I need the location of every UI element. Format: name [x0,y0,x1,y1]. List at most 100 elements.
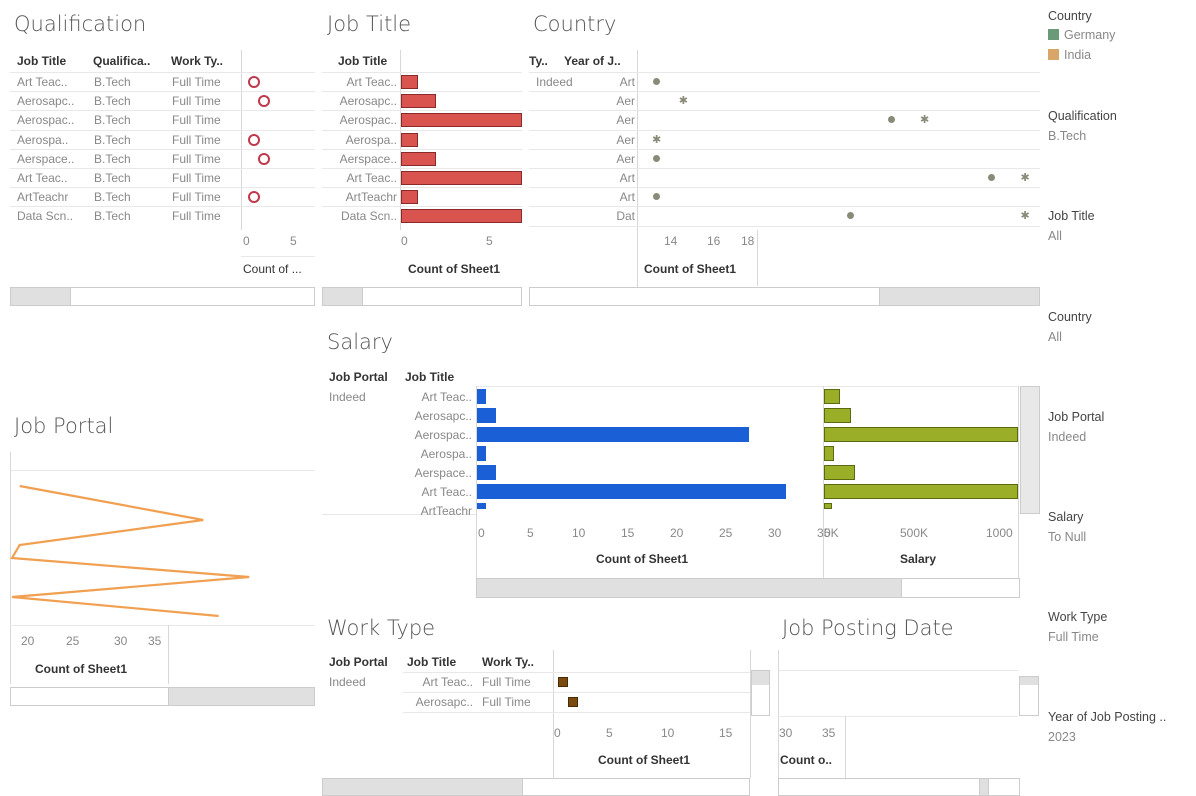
jobtitle-row-line [322,148,522,150]
jobtitle-bar[interactable] [401,94,436,109]
jobtitle-bar[interactable] [401,209,522,224]
country-mark-germany[interactable] [653,193,660,201]
worktype-mark[interactable] [558,677,568,687]
qual-scroll-thumb[interactable] [11,288,71,305]
worktype-header-portal[interactable]: Job Portal [329,655,388,669]
qual-cell-qualification: B.Tech [94,171,131,185]
filter-job-title-value[interactable]: All [1048,229,1062,243]
jobtitle-row-line [322,91,522,93]
filter-qualification-label: Qualification [1048,109,1117,123]
salary-value-bar[interactable] [824,484,1018,499]
legend-item-india[interactable]: India [1048,48,1091,62]
jobtitle-row-label: Data Scn.. [340,209,397,224]
worktype-vscroll[interactable] [751,670,770,716]
salary-value-bar[interactable] [824,503,832,509]
country-mark-germany[interactable] [887,116,895,124]
country-mark-india[interactable]: ✱ [1021,211,1030,222]
jobposting-scroll-thumb[interactable] [979,779,989,795]
qual-header-job-title[interactable]: Job Title [17,54,66,68]
country-header-year[interactable]: Year of J.. [564,54,621,68]
salary-header-job-title[interactable]: Job Title [405,370,454,384]
country-mark-germany[interactable] [847,212,855,220]
qual-row-line [10,206,315,208]
filter-job-portal-value[interactable]: Indeed [1048,430,1086,444]
qual-row-line [10,129,315,131]
salary-row-label: Art Teac.. [421,485,472,499]
qual-cell-qualification: B.Tech [94,209,131,224]
jobportal-scroll-thumb[interactable] [168,688,314,705]
salary-count-tick: 0 [478,526,485,540]
country-title: Country [533,12,617,36]
filter-qualification-value[interactable]: B.Tech [1048,129,1086,143]
qual-row-line [10,168,315,169]
jobportal-scrollbar[interactable] [10,687,315,706]
country-tick-14: 14 [664,234,678,248]
jobtitle-bar[interactable] [401,171,522,185]
salary-count-bar[interactable] [477,427,749,442]
salary-vscroll[interactable] [1020,386,1040,514]
salary-header-portal[interactable]: Job Portal [329,370,388,384]
jobtitle-scrollbar[interactable] [322,287,522,306]
worktype-header-job-title[interactable]: Job Title [407,655,456,669]
worktype-scroll-thumb[interactable] [323,779,523,795]
salary-scrollbar[interactable] [476,578,1020,598]
salary-value-bar[interactable] [824,446,834,461]
qual-header-work-type[interactable]: Work Ty.. [171,54,223,68]
salary-count-bar[interactable] [477,484,787,499]
qual-scrollbar[interactable] [10,287,315,306]
country-scrollbar[interactable] [529,287,1040,306]
jobtitle-bar[interactable] [401,75,419,89]
salary-count-bar[interactable] [477,503,487,509]
salary-value-bar[interactable] [824,465,856,480]
jobposting-vscroll-thumb[interactable] [1020,677,1038,685]
qual-cell-work-type: Full Time [172,190,221,205]
filter-year-value[interactable]: 2023 [1048,730,1076,744]
country-mark-india[interactable]: ✱ [1021,173,1030,184]
country-mark-germany[interactable] [653,78,660,85]
salary-count-bar[interactable] [477,408,496,423]
qual-cell-work-type: Full Time [172,113,221,128]
filter-job-portal-label: Job Portal [1048,410,1105,424]
country-mark-india[interactable]: ✱ [679,96,688,107]
qual-cell-job-title: Aerospac.. [17,113,75,128]
qual-cell-work-type: Full Time [172,94,221,109]
worktype-mark[interactable] [568,697,578,707]
filter-salary-value[interactable]: To Null [1048,530,1086,544]
salary-value-bar[interactable] [824,408,852,423]
country-header-type[interactable]: Ty.. [529,54,548,68]
country-mark-germany[interactable] [653,154,660,162]
worktype-header-work-type[interactable]: Work Ty.. [482,655,534,669]
country-scroll-thumb[interactable] [879,288,1039,305]
salary-count-bar[interactable] [477,465,496,480]
jobtitle-bar[interactable] [401,151,436,166]
jobposting-vscroll[interactable] [1019,676,1039,716]
salary-value-bar[interactable] [824,427,1018,442]
jobtitle-bar[interactable] [401,132,419,147]
filter-work-type-value[interactable]: Full Time [1048,630,1099,644]
jobposting-scrollbar[interactable] [778,778,1020,796]
jobtitle-row-label: ArtTeachr [345,190,397,205]
salary-count-bar[interactable] [477,389,487,404]
qual-tick-5: 5 [290,234,297,248]
worktype-scrollbar[interactable] [322,778,750,796]
jobportal-tick-20: 20 [21,634,35,648]
country-row-label: Aer [616,151,635,166]
jobtitle-header[interactable]: Job Title [338,54,387,68]
legend-item-germany[interactable]: Germany [1048,28,1115,42]
jobtitle-bar[interactable] [401,113,522,128]
country-mark-germany[interactable] [988,174,995,181]
salary-value-bar[interactable] [824,389,840,404]
qual-header-qualification[interactable]: Qualifica.. [93,54,150,68]
worktype-vscroll-thumb[interactable] [752,671,769,685]
country-axis-line [637,50,638,288]
jobtitle-bar[interactable] [401,190,419,205]
worktype-row-work-type: Full Time [482,675,531,689]
filter-country-value[interactable]: All [1048,330,1062,344]
country-mark-india[interactable]: ✱ [652,134,661,146]
salary-title: Salary [327,330,393,354]
jobtitle-scroll-thumb[interactable] [323,288,363,305]
country-mark-india[interactable]: ✱ [920,115,929,126]
salary-scroll-thumb[interactable] [477,579,902,597]
salary-count-bar[interactable] [477,446,487,461]
country-row-label: Art [619,75,635,89]
